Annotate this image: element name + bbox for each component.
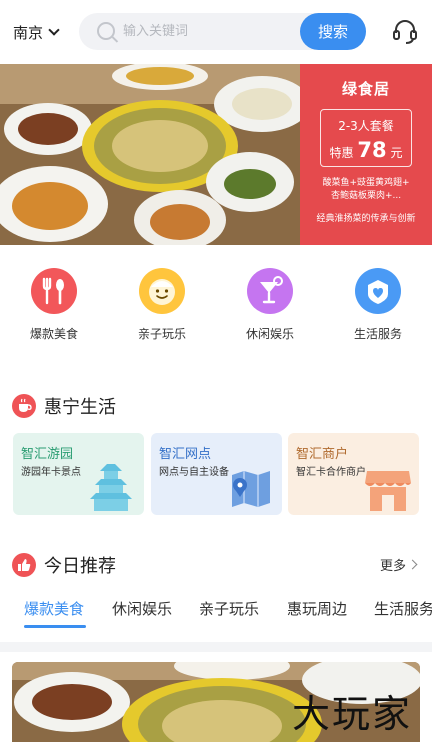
card-subtitle: 游园年卡景点 — [21, 467, 81, 478]
card-title: 智汇商户 — [296, 447, 349, 462]
restaurant-name: 绿食居 — [341, 80, 390, 98]
more-link[interactable]: 更多 — [379, 555, 418, 574]
top-bar: 南京 搜索 — [0, 0, 432, 64]
search-icon — [97, 22, 115, 40]
watermark-text: 大玩家 — [292, 692, 413, 736]
chevron-right-icon — [407, 559, 418, 570]
section-header-huining-life: 惠宁生活 — [12, 393, 116, 419]
tab-nearby[interactable]: 惠玩周边 — [287, 598, 347, 619]
thumbs-up-icon — [12, 553, 36, 577]
section-title: 今日推荐 — [44, 556, 116, 577]
fork-spoon-icon — [31, 268, 77, 314]
section-divider — [0, 642, 432, 652]
tab-hot-food[interactable]: 爆款美食 — [24, 598, 84, 619]
more-label: 更多 — [379, 559, 406, 574]
search-button[interactable]: 搜索 — [300, 13, 366, 50]
smiley-face-icon — [139, 268, 185, 314]
price-unit: 元 — [390, 146, 403, 160]
category-label: 生活服务 — [353, 327, 402, 341]
cup-icon — [12, 394, 36, 418]
customer-service-icon[interactable] — [391, 18, 419, 46]
recommend-tabs: 爆款美食 休闲娱乐 亲子玩乐 惠玩周边 生活服务 — [0, 598, 432, 632]
heart-icon — [355, 268, 401, 314]
promo-banner[interactable]: 绿食居 2-3人套餐 特惠 78 元 酸菜鱼+豉蛋黄鸡翅+ 杏鲍菇板栗肉+...… — [0, 64, 432, 245]
section-header-today-recommend: 今日推荐 — [12, 552, 116, 578]
deal-box: 2-3人套餐 特惠 78 元 — [320, 109, 412, 167]
card-title: 智汇网点 — [159, 447, 212, 462]
deal-title: 2-3人套餐 — [338, 119, 394, 133]
deal-price: 78 — [357, 138, 387, 162]
card-title: 智汇游园 — [21, 447, 74, 462]
card-smart-outlet[interactable]: 智汇网点 网点与自主设备 — [151, 433, 282, 515]
tab-family-fun[interactable]: 亲子玩乐 — [199, 598, 259, 619]
deal-items: 酸菜鱼+豉蛋黄鸡翅+ 杏鲍菇板栗肉+... — [300, 177, 432, 203]
category-family-fun[interactable]: 亲子玩乐 — [122, 268, 202, 342]
cocktail-icon — [247, 268, 293, 314]
banner-slogan: 经典淮扬菜的传承与创新 — [316, 214, 416, 224]
deal-items-line: 酸菜鱼+豉蛋黄鸡翅+ — [322, 178, 410, 188]
price-prefix: 特惠 — [329, 146, 354, 160]
banner-promo-panel: 绿食居 2-3人套餐 特惠 78 元 酸菜鱼+豉蛋黄鸡翅+ 杏鲍菇板栗肉+...… — [300, 64, 432, 245]
chevron-down-icon — [48, 24, 60, 36]
card-subtitle: 智汇卡合作商户 — [296, 467, 366, 478]
city-name: 南京 — [13, 24, 44, 42]
map-location-icon — [232, 471, 270, 507]
deal-items-line: 杏鲍菇板栗肉+... — [330, 191, 402, 201]
active-tab-indicator — [24, 625, 86, 628]
deal-price-row: 特惠 78 元 — [321, 138, 411, 162]
category-life-service[interactable]: 生活服务 — [338, 268, 418, 342]
category-label: 爆款美食 — [29, 327, 78, 341]
category-leisure[interactable]: 休闲娱乐 — [230, 268, 310, 342]
city-selector[interactable]: 南京 — [13, 22, 60, 43]
storefront-icon — [365, 471, 411, 511]
tab-life-service[interactable]: 生活服务 — [374, 598, 432, 619]
card-subtitle: 网点与自主设备 — [159, 467, 229, 478]
category-hot-food[interactable]: 爆款美食 — [14, 268, 94, 342]
banner-food-photo — [0, 64, 300, 245]
card-smart-park[interactable]: 智汇游园 游园年卡景点 — [13, 433, 144, 515]
search-bar[interactable]: 搜索 — [79, 13, 366, 50]
tab-leisure[interactable]: 休闲娱乐 — [112, 598, 172, 619]
section-title: 惠宁生活 — [44, 397, 116, 418]
category-label: 休闲娱乐 — [245, 327, 294, 341]
search-input[interactable] — [123, 13, 293, 50]
pagoda-icon — [90, 464, 132, 511]
category-label: 亲子玩乐 — [137, 327, 186, 341]
category-grid: 爆款美食 亲子玩乐 休闲娱乐 生活服务 — [0, 268, 432, 348]
card-smart-merchant[interactable]: 智汇商户 智汇卡合作商户 — [288, 433, 419, 515]
